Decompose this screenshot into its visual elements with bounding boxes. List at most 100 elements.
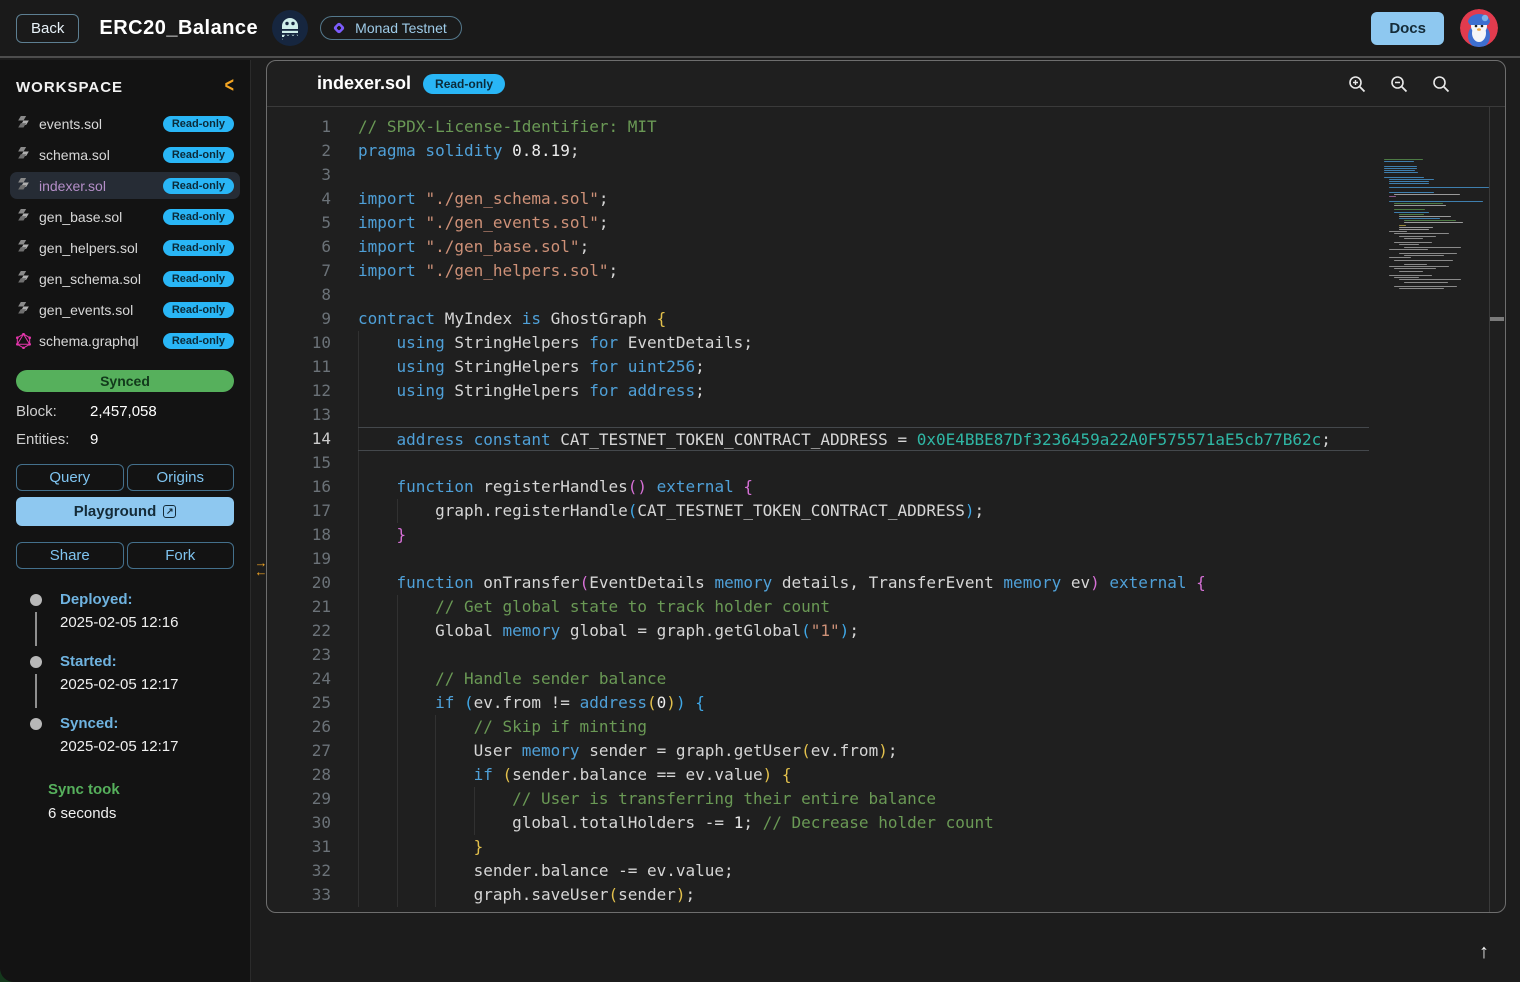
zoom-in-icon[interactable] bbox=[1347, 74, 1367, 94]
code-line[interactable]: 4import "./gen_schema.sol"; bbox=[267, 187, 1505, 211]
line-number: 5 bbox=[267, 211, 331, 235]
code-segment: GhostGraph bbox=[551, 309, 657, 328]
file-item-indexer-sol[interactable]: indexer.solRead-only bbox=[10, 172, 240, 199]
file-item-gen_events-sol[interactable]: gen_events.solRead-only bbox=[10, 296, 240, 323]
minimap-line bbox=[1399, 229, 1429, 230]
code-segment bbox=[772, 765, 782, 784]
fork-button[interactable]: Fork bbox=[127, 542, 235, 569]
back-button[interactable]: Back bbox=[16, 14, 79, 43]
search-icon[interactable] bbox=[1431, 74, 1451, 94]
minimap-line bbox=[1404, 238, 1423, 239]
code-line[interactable]: 17graph.registerHandle(CAT_TESTNET_TOKEN… bbox=[267, 499, 1505, 523]
code-text: using StringHelpers for uint256; bbox=[358, 355, 1369, 379]
code-line[interactable]: 30global.totalHolders -= 1; // Decrease … bbox=[267, 811, 1505, 835]
timeline-connector bbox=[35, 674, 37, 708]
code-text: using StringHelpers for address; bbox=[358, 379, 1369, 403]
file-item-gen_schema-sol[interactable]: gen_schema.solRead-only bbox=[10, 265, 240, 292]
file-item-schema-sol[interactable]: schema.solRead-only bbox=[10, 141, 240, 168]
line-number: 18 bbox=[267, 523, 331, 547]
indent-guide bbox=[397, 787, 436, 811]
code-line[interactable]: 19 bbox=[267, 547, 1505, 571]
minimap-line bbox=[1404, 264, 1427, 265]
file-item-gen_base-sol[interactable]: gen_base.solRead-only bbox=[10, 203, 240, 230]
docs-button[interactable]: Docs bbox=[1371, 12, 1444, 45]
code-text: using StringHelpers for EventDetails; bbox=[358, 331, 1369, 355]
code-line[interactable]: 1// SPDX-License-Identifier: MIT bbox=[267, 115, 1505, 139]
query-button[interactable]: Query bbox=[16, 464, 124, 491]
origins-button[interactable]: Origins bbox=[127, 464, 235, 491]
editor-scrollbar-thumb[interactable] bbox=[1490, 317, 1504, 321]
code-line[interactable]: 7import "./gen_helpers.sol"; bbox=[267, 259, 1505, 283]
code-segment: for bbox=[589, 381, 628, 400]
code-segment: sender = graph.getUser bbox=[580, 741, 802, 760]
code-line[interactable]: 15 bbox=[267, 451, 1505, 475]
code-line[interactable]: 29// User is transferring their entire b… bbox=[267, 787, 1505, 811]
scroll-to-top-button[interactable]: ↑ bbox=[1471, 939, 1497, 965]
code-line[interactable]: 2pragma solidity 0.8.19; bbox=[267, 139, 1505, 163]
code-line[interactable]: 20function onTransfer(EventDetails memor… bbox=[267, 571, 1505, 595]
code-segment bbox=[686, 693, 696, 712]
file-item-events-sol[interactable]: events.solRead-only bbox=[10, 110, 240, 137]
zoom-out-icon[interactable] bbox=[1389, 74, 1409, 94]
code-text bbox=[358, 403, 1369, 427]
file-item-schema-graphql[interactable]: schema.graphqlRead-only bbox=[10, 327, 240, 354]
code-line[interactable]: 3 bbox=[267, 163, 1505, 187]
minimap-line bbox=[1389, 192, 1434, 193]
code-segment: { bbox=[695, 693, 705, 712]
code-line[interactable]: 27User memory sender = graph.getUser(ev.… bbox=[267, 739, 1505, 763]
code-line[interactable]: 21// Get global state to track holder co… bbox=[267, 595, 1505, 619]
code-segment: CAT_TESTNET_TOKEN_CONTRACT_ADDRESS = bbox=[560, 430, 916, 449]
code-line[interactable]: 8 bbox=[267, 283, 1505, 307]
code-line[interactable]: 14address constant CAT_TESTNET_TOKEN_CON… bbox=[267, 427, 1505, 451]
code-line[interactable]: 28if (sender.balance == ev.value) { bbox=[267, 763, 1505, 787]
code-line[interactable]: 26// Skip if minting bbox=[267, 715, 1505, 739]
solidity-icon bbox=[16, 302, 31, 318]
code-segment: memory bbox=[503, 621, 561, 640]
code-segment: } bbox=[474, 837, 484, 856]
solidity-icon bbox=[16, 271, 31, 287]
code-line[interactable]: 9contract MyIndex is GhostGraph { bbox=[267, 307, 1505, 331]
code-text: } bbox=[358, 523, 1369, 547]
code-text: // Skip if minting bbox=[358, 715, 1369, 739]
code-line[interactable]: 10using StringHelpers for EventDetails; bbox=[267, 331, 1505, 355]
code-line[interactable]: 22Global memory global = graph.getGlobal… bbox=[267, 619, 1505, 643]
code-line[interactable]: 6import "./gen_base.sol"; bbox=[267, 235, 1505, 259]
timeline-label: Deployed: bbox=[60, 591, 234, 608]
code-line[interactable]: 33graph.saveUser(sender); bbox=[267, 883, 1505, 907]
share-button[interactable]: Share bbox=[16, 542, 124, 569]
line-number: 4 bbox=[267, 187, 331, 211]
code-line[interactable]: 25if (ev.from != address(0)) { bbox=[267, 691, 1505, 715]
code-line[interactable]: 5import "./gen_events.sol"; bbox=[267, 211, 1505, 235]
readonly-badge: Read-only bbox=[163, 333, 234, 349]
code-line[interactable]: 16function registerHandles() external { bbox=[267, 475, 1505, 499]
code-line[interactable]: 24// Handle sender balance bbox=[267, 667, 1505, 691]
code-line[interactable]: 18} bbox=[267, 523, 1505, 547]
minimap-line bbox=[1399, 218, 1440, 219]
code-segment: memory bbox=[714, 573, 772, 592]
minimap-line bbox=[1394, 233, 1449, 234]
code-area[interactable]: 1// SPDX-License-Identifier: MIT2pragma … bbox=[267, 107, 1505, 912]
minimap-line bbox=[1389, 275, 1432, 276]
code-segment: is bbox=[522, 309, 551, 328]
sidebar-collapse-chevron-icon[interactable]: < bbox=[225, 75, 234, 98]
code-segment: StringHelpers bbox=[454, 381, 589, 400]
playground-button[interactable]: Playground ↗ bbox=[16, 497, 234, 526]
sidebar-resize-handle[interactable]: →← bbox=[250, 558, 272, 582]
code-line[interactable]: 32sender.balance -= ev.value; bbox=[267, 859, 1505, 883]
indent-guide bbox=[397, 643, 436, 667]
code-line[interactable]: 23 bbox=[267, 643, 1505, 667]
line-number: 30 bbox=[267, 811, 331, 835]
code-line[interactable]: 13 bbox=[267, 403, 1505, 427]
code-line[interactable]: 12using StringHelpers for address; bbox=[267, 379, 1505, 403]
file-item-gen_helpers-sol[interactable]: gen_helpers.solRead-only bbox=[10, 234, 240, 261]
code-segment: ) bbox=[676, 885, 686, 904]
user-avatar[interactable] bbox=[1460, 9, 1498, 47]
code-line[interactable]: 31} bbox=[267, 835, 1505, 859]
network-badge[interactable]: Monad Testnet bbox=[320, 16, 462, 40]
timeline-value: 2025-02-05 12:17 bbox=[60, 738, 234, 755]
code-line[interactable]: 11using StringHelpers for uint256; bbox=[267, 355, 1505, 379]
line-number: 20 bbox=[267, 571, 331, 595]
minimap-line bbox=[1399, 236, 1436, 237]
line-number: 6 bbox=[267, 235, 331, 259]
minimap[interactable] bbox=[1384, 159, 1489, 290]
